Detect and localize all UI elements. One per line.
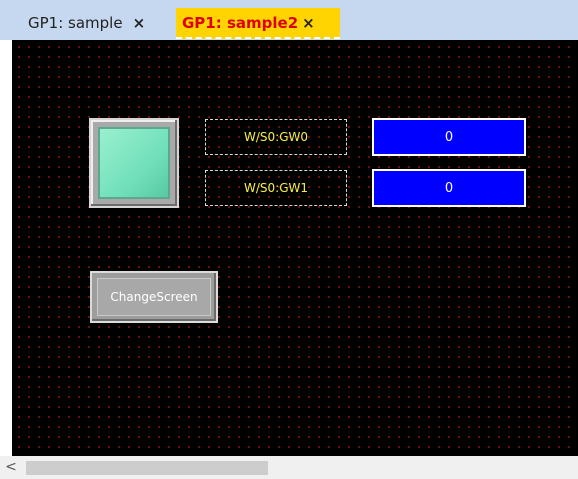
- tab-gp1-sample[interactable]: GP1: sample ×: [22, 8, 170, 38]
- scrollbar-thumb[interactable]: [26, 461, 268, 475]
- change-screen-button-label: ChangeScreen: [97, 278, 211, 316]
- chevron-left-icon[interactable]: <: [4, 459, 18, 475]
- horizontal-scrollbar[interactable]: <: [0, 456, 578, 479]
- tab-gp1-sample2[interactable]: GP1: sample2 ×: [176, 8, 340, 39]
- numeric-display-1[interactable]: 0: [372, 169, 526, 207]
- tab-bar: GP1: sample × GP1: sample2 ×: [0, 0, 578, 40]
- lamp-switch[interactable]: [89, 118, 179, 208]
- screen-editor-canvas[interactable]: W/S0:GW0 W/S0:GW1 0 0 ChangeScreen: [12, 40, 578, 456]
- address-tag-gw1[interactable]: W/S0:GW1: [205, 170, 347, 206]
- numeric-display-0[interactable]: 0: [372, 118, 526, 156]
- close-icon[interactable]: ×: [302, 14, 315, 32]
- close-icon[interactable]: ×: [133, 14, 146, 32]
- address-tag-gw0[interactable]: W/S0:GW0: [205, 119, 347, 155]
- change-screen-button[interactable]: ChangeScreen: [90, 271, 218, 323]
- lamp-face: [98, 127, 170, 199]
- tab-label: GP1: sample2: [182, 13, 299, 32]
- tab-label: GP1: sample: [28, 14, 123, 32]
